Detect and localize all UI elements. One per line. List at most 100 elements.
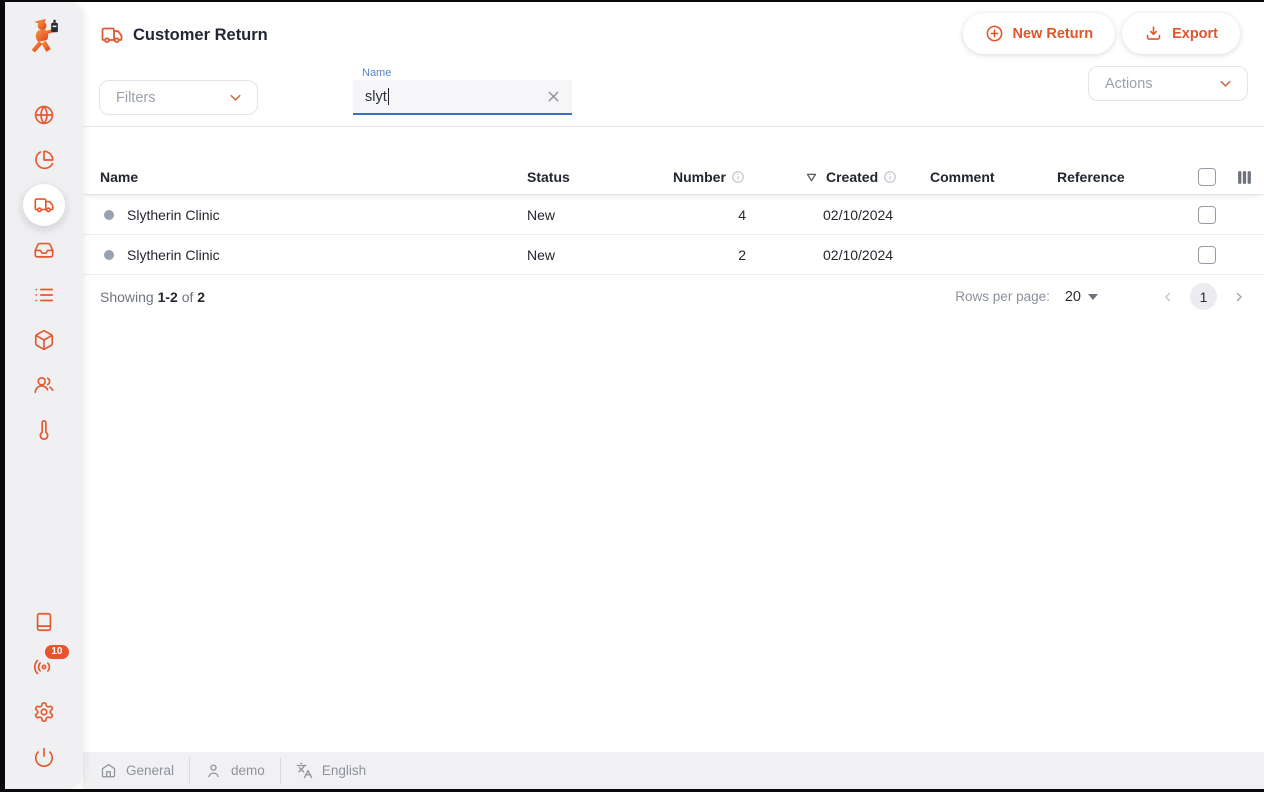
pagination-bar: Showing 1-2 of 2 Rows per page: 20 1	[83, 277, 1264, 319]
column-header-comment[interactable]: Comment	[930, 169, 1057, 185]
cell-created: 02/10/2024	[801, 247, 930, 263]
footer-user-label: demo	[231, 763, 265, 778]
topbar: Customer Return New Return Export Filter…	[83, 2, 1264, 127]
page-number-button[interactable]: 1	[1190, 283, 1217, 310]
showing-range: 1-2	[158, 289, 178, 305]
status-footer: General demo English	[83, 752, 1264, 789]
cell-name: Slytherin Clinic	[127, 247, 220, 263]
column-header-reference[interactable]: Reference	[1057, 169, 1191, 185]
caret-down-icon	[1088, 294, 1098, 300]
package-icon	[33, 329, 55, 351]
truck-icon	[33, 194, 55, 216]
sidebar-item-globe[interactable]	[22, 92, 67, 137]
previous-page-button[interactable]	[1156, 285, 1180, 309]
info-icon[interactable]	[731, 170, 745, 184]
sidebar-item-settings[interactable]	[22, 689, 67, 734]
status-dot	[104, 250, 114, 260]
text-cursor	[388, 88, 390, 105]
column-settings-icon[interactable]	[1223, 169, 1253, 186]
row-checkbox[interactable]	[1198, 206, 1216, 224]
tablet-icon	[33, 611, 55, 633]
name-filter-input[interactable]: Name slyt	[353, 80, 572, 115]
row-checkbox[interactable]	[1198, 246, 1216, 264]
truck-icon	[100, 23, 124, 47]
table-body: Slytherin Clinic New 4 02/10/2024	[83, 195, 1264, 275]
column-header-created[interactable]: Created	[801, 169, 930, 185]
users-icon	[33, 374, 55, 396]
app-logo-mascot[interactable]	[21, 14, 67, 64]
footer-user[interactable]: demo	[205, 762, 265, 779]
sidebar-item-logout[interactable]	[22, 734, 67, 779]
user-icon	[205, 762, 222, 779]
footer-language-label: English	[322, 763, 366, 778]
new-return-label: New Return	[1013, 26, 1094, 42]
showing-total: 2	[197, 289, 205, 305]
returns-table: Name Status Number Created Comment Refer…	[83, 160, 1264, 275]
sidebar-item-notifications[interactable]: 10	[22, 644, 67, 689]
footer-divider	[280, 758, 281, 784]
actions-dropdown[interactable]: Actions	[1088, 66, 1248, 101]
table-header-row: Name Status Number Created Comment Refer…	[83, 160, 1264, 195]
showing-summary: Showing 1-2 of 2	[100, 289, 205, 305]
download-icon	[1144, 24, 1163, 43]
actions-label: Actions	[1105, 76, 1153, 92]
sidebar-item-reports[interactable]	[22, 137, 67, 182]
cell-created: 02/10/2024	[801, 207, 930, 223]
thermometer-icon	[33, 419, 55, 441]
status-dot	[104, 210, 114, 220]
pie-chart-icon	[33, 149, 55, 171]
next-page-button[interactable]	[1227, 285, 1251, 309]
footer-divider	[189, 758, 190, 784]
sidebar-item-customers[interactable]	[22, 362, 67, 407]
sidebar-item-inbox[interactable]	[22, 227, 67, 272]
footer-language-selector[interactable]: English	[296, 762, 366, 779]
globe-icon	[33, 104, 55, 126]
sidebar-item-products[interactable]	[22, 317, 67, 362]
export-button[interactable]: Export	[1122, 13, 1240, 54]
table-row[interactable]: Slytherin Clinic New 4 02/10/2024	[83, 195, 1264, 235]
clear-filter-button[interactable]	[545, 88, 562, 105]
footer-warehouse-label: General	[126, 763, 174, 778]
page-title-text: Customer Return	[133, 26, 268, 45]
table-row[interactable]: Slytherin Clinic New 2 02/10/2024	[83, 235, 1264, 275]
filters-dropdown[interactable]: Filters	[99, 80, 258, 115]
sidebar-item-devices[interactable]	[22, 599, 67, 644]
rows-per-page-select[interactable]: 20	[1065, 289, 1098, 305]
name-filter-label: Name	[362, 67, 391, 79]
language-icon	[296, 762, 313, 779]
select-all-checkbox[interactable]	[1198, 168, 1216, 186]
home-icon	[100, 762, 117, 779]
gear-icon	[33, 701, 55, 723]
sidebar-item-orders-list[interactable]	[22, 272, 67, 317]
cell-status: New	[527, 207, 673, 223]
pager-controls: Rows per page: 20 1	[955, 283, 1251, 310]
rows-per-page-label: Rows per page:	[955, 289, 1050, 304]
main-content: Customer Return New Return Export Filter…	[83, 2, 1264, 789]
top-buttons: New Return Export	[963, 13, 1241, 54]
list-icon	[33, 284, 55, 306]
sidebar: 10	[5, 2, 83, 789]
cell-number: 4	[673, 207, 753, 223]
new-return-button[interactable]: New Return	[963, 13, 1116, 54]
power-icon	[33, 746, 55, 768]
footer-warehouse-selector[interactable]: General	[100, 762, 174, 779]
app-window: 10 Customer Return New Return	[5, 2, 1264, 789]
sidebar-item-temperature[interactable]	[22, 407, 67, 452]
sidebar-bottom-nav: 10	[22, 599, 67, 779]
close-icon	[545, 88, 562, 105]
plus-circle-icon	[985, 24, 1004, 43]
sort-descending-icon[interactable]	[806, 173, 817, 182]
column-header-status[interactable]: Status	[527, 169, 673, 185]
cell-status: New	[527, 247, 673, 263]
page-title: Customer Return	[100, 23, 268, 47]
cell-name: Slytherin Clinic	[127, 207, 220, 223]
export-label: Export	[1172, 26, 1218, 42]
info-icon[interactable]	[883, 170, 897, 184]
sidebar-item-customer-return[interactable]	[22, 182, 67, 227]
column-header-number[interactable]: Number	[673, 169, 753, 185]
inbox-icon	[33, 239, 55, 261]
chevron-down-icon	[1217, 75, 1234, 92]
cell-number: 2	[673, 247, 753, 263]
column-header-name[interactable]: Name	[100, 169, 527, 185]
name-filter-value: slyt	[365, 89, 387, 105]
